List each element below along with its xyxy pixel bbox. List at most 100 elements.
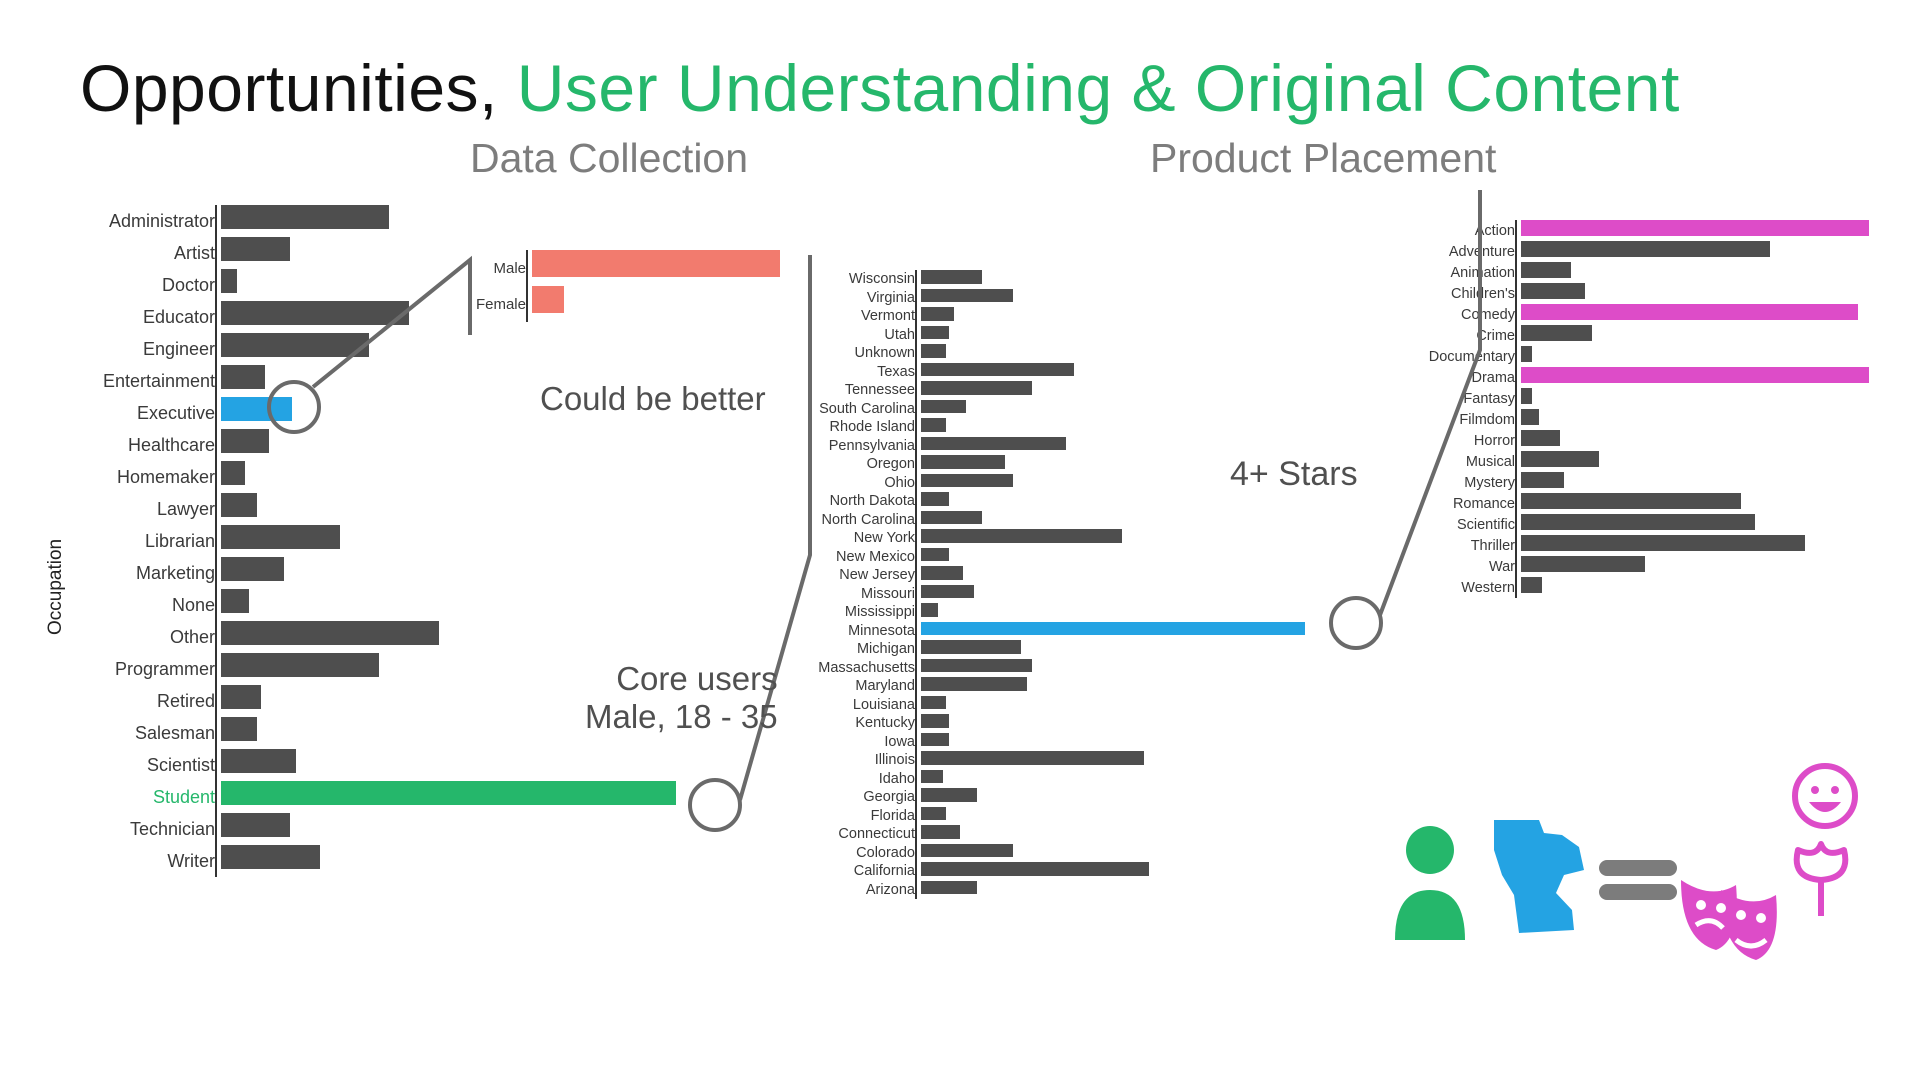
bar: [1521, 241, 1770, 257]
bar-label: Documentary: [1420, 349, 1521, 365]
bar-plot: [921, 437, 1311, 456]
bar-plot: [921, 770, 1311, 789]
bar-row: Other: [80, 621, 720, 653]
bar-plot: [921, 326, 1311, 345]
bar-plot: [532, 286, 802, 322]
bar-label: Iowa: [795, 734, 921, 750]
bar-label: Homemaker: [80, 467, 221, 488]
bar-label: Georgia: [795, 789, 921, 805]
bar-row: Wisconsin: [795, 270, 1315, 289]
bar-plot: [921, 603, 1311, 622]
student-highlight-ring: [688, 778, 742, 832]
bar-label: Oregon: [795, 456, 921, 472]
bar-row: Utah: [795, 326, 1315, 345]
bar-row: Virginia: [795, 289, 1315, 308]
bar-row: New York: [795, 529, 1315, 548]
bar-label: Filmdom: [1420, 412, 1521, 428]
bar-plot: [921, 844, 1311, 863]
bar: [921, 418, 946, 432]
bar-row: Massachusetts: [795, 659, 1315, 678]
bar-label: Texas: [795, 364, 921, 380]
bar-label: Librarian: [80, 531, 221, 552]
bar-label: Comedy: [1420, 307, 1521, 323]
bar-row: Tennessee: [795, 381, 1315, 400]
bar: [221, 205, 389, 229]
bar: [1521, 283, 1585, 299]
bar-label: Western: [1420, 580, 1521, 596]
bar-plot: [921, 548, 1311, 567]
bar: [921, 307, 954, 321]
note-core-users-line2: Male, 18 - 35: [585, 698, 778, 736]
bar-plot: [921, 585, 1311, 604]
bar-label: Children's: [1420, 286, 1521, 302]
bar-plot: [921, 622, 1311, 641]
bar-label: Healthcare: [80, 435, 221, 456]
bar-label: South Carolina: [795, 401, 921, 417]
bar-row: Arizona: [795, 881, 1315, 900]
bar: [532, 250, 780, 277]
bar-label: Crime: [1420, 328, 1521, 344]
minnesota-highlight-ring: [1329, 596, 1383, 650]
bar-row: Romance: [1420, 493, 1900, 514]
bar-row: Male: [470, 250, 830, 286]
bar-label: Vermont: [795, 308, 921, 324]
bar-row: Fantasy: [1420, 388, 1900, 409]
note-core-users-line1: Core users: [585, 660, 778, 698]
bar-plot: [1521, 304, 1876, 325]
bar: [532, 286, 564, 313]
bar-row: Mystery: [1420, 472, 1900, 493]
bar-row: Kentucky: [795, 714, 1315, 733]
bar: [1521, 346, 1532, 362]
bar-row: Adventure: [1420, 241, 1900, 262]
bar: [221, 301, 409, 325]
bar: [921, 696, 946, 710]
bar-row: Iowa: [795, 733, 1315, 752]
bar: [921, 622, 1305, 636]
bar: [1521, 430, 1560, 446]
bar-label: Lawyer: [80, 499, 221, 520]
bar: [221, 429, 269, 453]
bar: [1521, 493, 1741, 509]
bar-label: Virginia: [795, 290, 921, 306]
bar-plot: [921, 529, 1311, 548]
bar-label: Drama: [1420, 370, 1521, 386]
bar: [1521, 535, 1805, 551]
bar-plot: [1521, 346, 1876, 367]
bar: [921, 529, 1122, 543]
bar: [221, 685, 261, 709]
bar-row: Scientist: [80, 749, 720, 781]
bar-label: Scientist: [80, 755, 221, 776]
bar: [921, 807, 946, 821]
bar-label: Maryland: [795, 678, 921, 694]
bar-label: None: [80, 595, 221, 616]
bar-label: Mystery: [1420, 475, 1521, 491]
bar-plot: [221, 557, 696, 589]
explosion-icon: [1786, 838, 1856, 918]
bar-label: Programmer: [80, 659, 221, 680]
bar-plot: [921, 881, 1311, 900]
note-core-users: Core users Male, 18 - 35: [585, 660, 778, 736]
bar-row: South Carolina: [795, 400, 1315, 419]
bar-plot: [921, 418, 1311, 437]
bar-label: Massachusetts: [795, 660, 921, 676]
bar: [921, 881, 977, 895]
bar-row: Homemaker: [80, 461, 720, 493]
bar-row: Librarian: [80, 525, 720, 557]
bar-row: New Jersey: [795, 566, 1315, 585]
bar: [921, 289, 1013, 303]
bar-plot: [921, 270, 1311, 289]
bar-plot: [1521, 325, 1876, 346]
bar: [1521, 556, 1645, 572]
bar-plot: [1521, 535, 1876, 556]
bar: [921, 659, 1032, 673]
bar-label: New York: [795, 530, 921, 546]
bar-plot: [221, 621, 696, 653]
bar-label: New Jersey: [795, 567, 921, 583]
bar: [921, 825, 960, 839]
occupation-ylabel: Occupation: [45, 539, 67, 635]
bar-label: North Carolina: [795, 512, 921, 528]
bar: [1521, 514, 1755, 530]
bar-label: Arizona: [795, 882, 921, 898]
bar-row: Horror: [1420, 430, 1900, 451]
bar-row: Documentary: [1420, 346, 1900, 367]
